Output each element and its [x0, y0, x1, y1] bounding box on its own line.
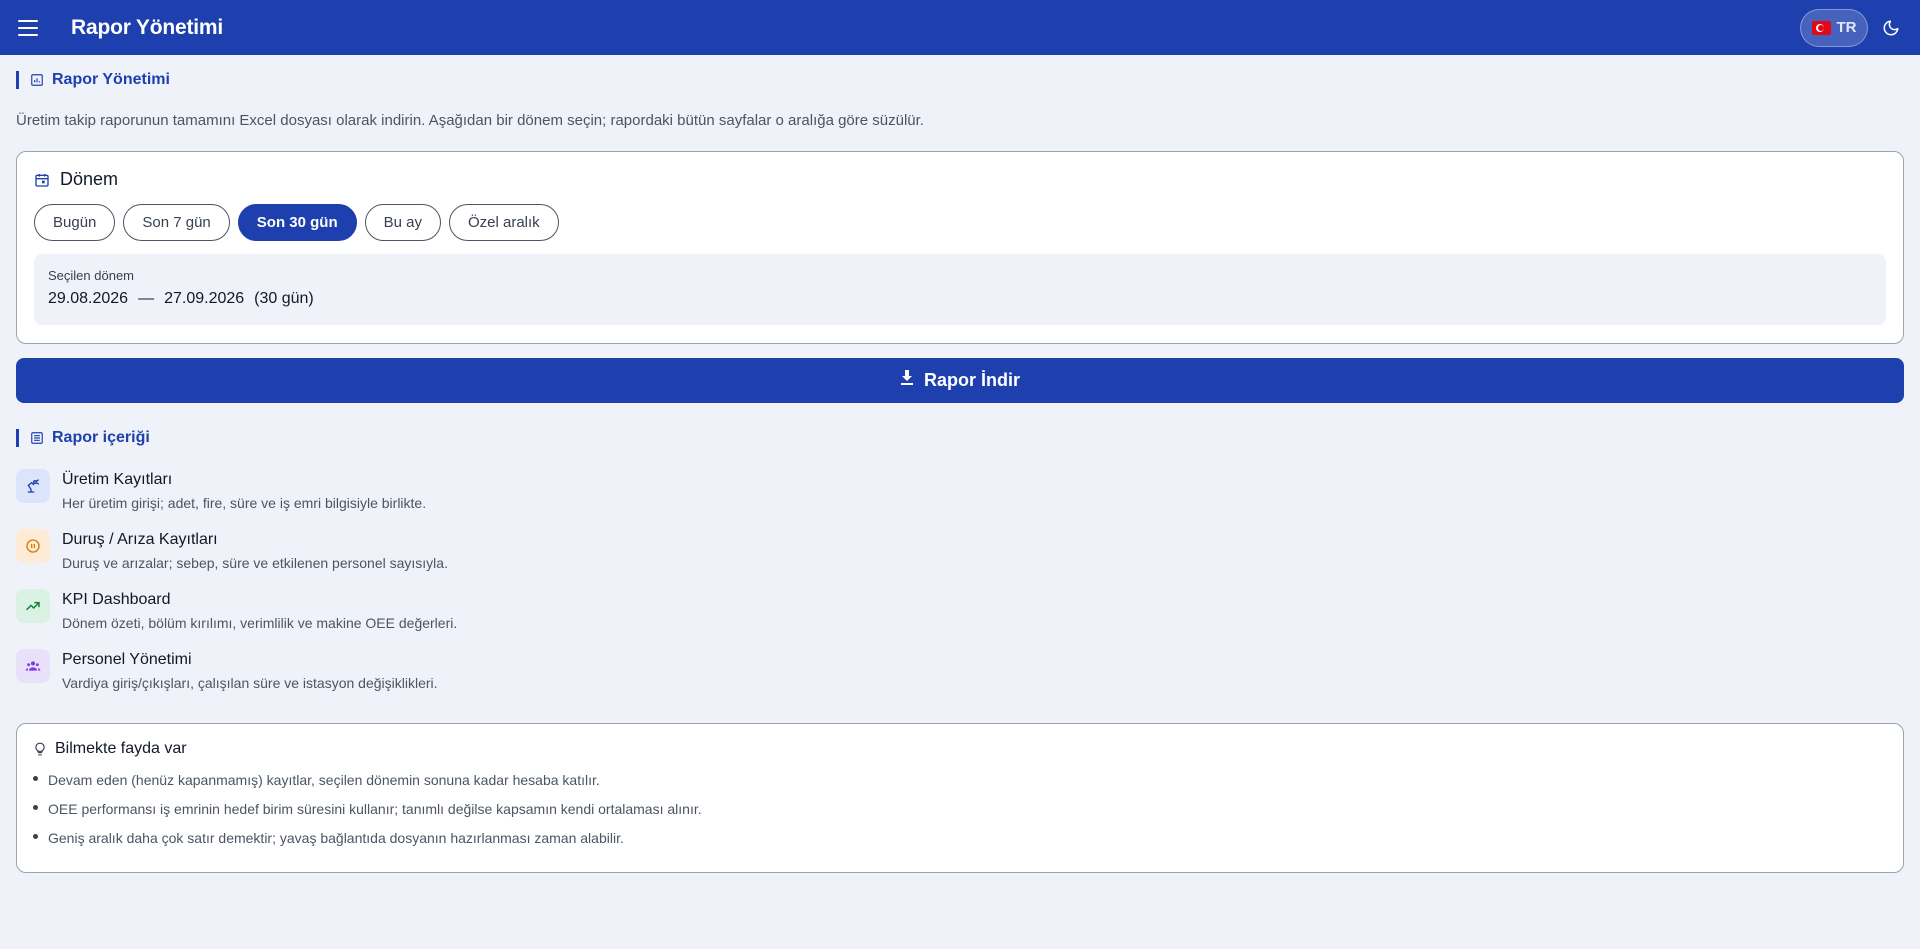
download-report-button[interactable]: Rapor İndir — [16, 358, 1904, 403]
page-section-header: Rapor Yönetimi — [16, 71, 1904, 89]
language-label: TR — [1836, 19, 1857, 36]
calendar-icon — [34, 172, 50, 188]
list-item-title: Üretim Kayıtları — [62, 471, 173, 488]
main-content: Rapor Yönetimi Üretim takip raporunun ta… — [0, 71, 1920, 873]
report-icon — [30, 73, 44, 87]
selected-period-box: Seçilen dönem 29.08.2026 — 27.09.2026 (3… — [34, 254, 1886, 325]
list-item-description: Duruş ve arızalar; sebep, süre ve etkile… — [62, 555, 448, 571]
app-title: Rapor Yönetimi — [71, 15, 224, 39]
list-item-title: Personel Yönetimi — [62, 651, 192, 668]
tips-title: Bilmekte fayda var — [33, 740, 1887, 758]
list-item-text: Personel Yönetimi Vardiya giriş/çıkışları… — [62, 649, 438, 691]
selected-period-range: 29.08.2026 — 27.09.2026 (30 gün) — [48, 290, 1872, 308]
list-item-text: Duruş / Arıza Kayıtları Duruş ve arızalar… — [62, 529, 448, 571]
list-item: Personel Yönetimi Vardiya giriş/çıkışları… — [16, 649, 1904, 709]
download-icon — [900, 370, 914, 391]
period-chip[interactable]: Son 30 gün — [237, 204, 357, 241]
tips-list: Devam eden (henüz kapanmamış) kayıtlar, … — [33, 772, 1887, 859]
tip-text: OEE performansı iş emrinin hedef birim s… — [48, 801, 702, 817]
bullet-icon — [33, 834, 38, 839]
period-card-title: Dönem — [34, 169, 1886, 190]
list-item-title: Duruş / Arıza Kayıtları — [62, 531, 218, 548]
list-icon — [30, 431, 44, 445]
tip-item: Geniş aralık daha çok satır demektir; ya… — [33, 830, 1887, 859]
tips-card: Bilmekte fayda var Devam eden (henüz kap… — [16, 723, 1904, 873]
period-title: Dönem — [60, 169, 119, 189]
period-chip[interactable]: Bugün — [34, 204, 116, 241]
contents-title: Rapor içeriği — [52, 429, 150, 446]
tip-item: Devam eden (henüz kapanmamış) kayıtlar, … — [33, 772, 1887, 801]
period-chip[interactable]: Özel aralık — [448, 204, 559, 241]
list-item-text: Üretim Kayıtları Her üretim girişi; adet,… — [62, 469, 426, 511]
period-separator: — — [138, 290, 155, 307]
selected-period-label: Seçilen dönem — [48, 268, 134, 283]
period-card: Dönem Bugün Son 7 gün Son 30 gün Bu ay Özel … — [16, 151, 1904, 344]
list-item-title: KPI Dashboard — [62, 591, 171, 608]
list-item: Duruş / Arıza Kayıtları Duruş ve arızalar… — [16, 529, 1904, 589]
intro-text: Üretim takip raporunun tamamını Excel do… — [16, 112, 924, 129]
list-item-description: Vardiya giriş/çıkışları, çalışılan süre … — [62, 675, 438, 691]
menu-icon[interactable] — [18, 19, 38, 36]
list-item: KPI Dashboard Dönem özeti, bölüm kırılımı… — [16, 589, 1904, 649]
list-item: Üretim Kayıtları Her üretim girişi; adet,… — [16, 469, 1904, 529]
lightbulb-icon — [33, 741, 47, 757]
page-title: Rapor Yönetimi — [52, 71, 170, 88]
period-chip[interactable]: Son 7 gün — [123, 204, 230, 241]
list-item-description: Her üretim girişi; adet, fire, süre ve i… — [62, 495, 427, 511]
period-chips: Bugün Son 7 gün Son 30 gün Bu ay Özel aralık — [34, 204, 1886, 241]
moon-icon[interactable] — [1880, 17, 1902, 39]
period-end: 27.09.2026 — [164, 290, 245, 307]
period-start: 29.08.2026 — [48, 290, 129, 307]
trending-up-icon — [16, 589, 50, 623]
bullet-icon — [33, 776, 38, 781]
people-icon — [16, 649, 50, 683]
list-item-text: KPI Dashboard Dönem özeti, bölüm kırılımı… — [62, 589, 457, 631]
tip-item: OEE performansı iş emrinin hedef birim s… — [33, 801, 1887, 830]
bullet-icon — [33, 805, 38, 810]
period-chip[interactable]: Bu ay — [364, 204, 441, 241]
report-contents-list: Üretim Kayıtları Her üretim girişi; adet,… — [16, 469, 1904, 709]
list-item-description: Dönem özeti, bölüm kırılımı, verimlilik … — [62, 615, 458, 631]
contents-section-header: Rapor içeriği — [16, 429, 1904, 447]
period-days: (30 gün) — [254, 290, 314, 307]
language-button[interactable]: TR — [1800, 8, 1868, 47]
robot-arm-icon — [16, 469, 50, 503]
pause-circle-icon — [16, 529, 50, 563]
download-label: Rapor İndir — [923, 370, 1020, 390]
app-bar: Rapor Yönetimi TR — [0, 0, 1920, 55]
turkey-flag-icon — [1811, 20, 1831, 35]
tips-title-text: Bilmekte fayda var — [55, 740, 187, 757]
tip-text: Devam eden (henüz kapanmamış) kayıtlar, … — [48, 772, 600, 788]
tip-text: Geniş aralık daha çok satır demektir; ya… — [48, 830, 624, 846]
